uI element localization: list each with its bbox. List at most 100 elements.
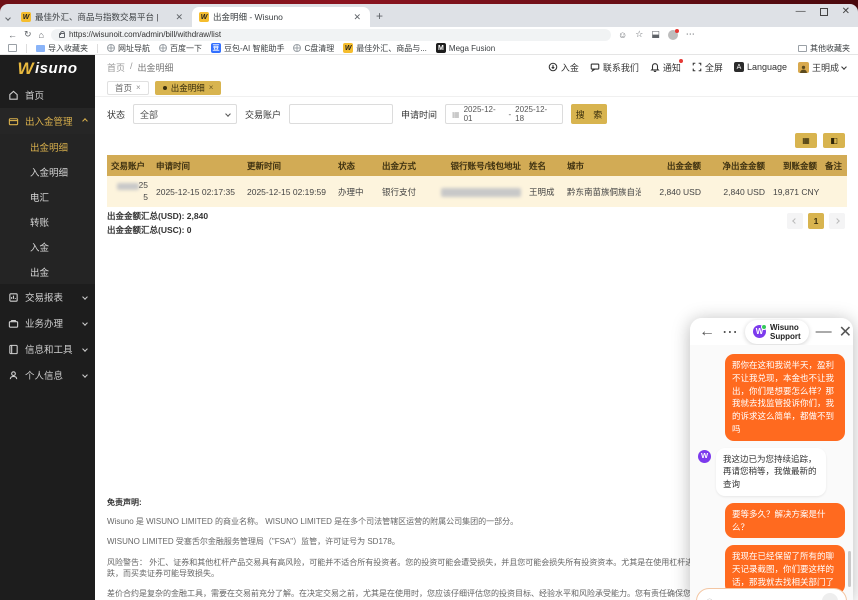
col-bank: 银行账号/钱包地址 xyxy=(428,155,525,176)
browser-profile-avatar[interactable] xyxy=(668,30,678,40)
browser-tab-2-active[interactable]: W 出金明细 - Wisuno ✕ xyxy=(192,7,370,27)
tab-search-icon[interactable] xyxy=(6,7,10,25)
chevron-down-icon xyxy=(225,111,231,117)
header-language[interactable]: ALanguage xyxy=(734,62,787,72)
sidebar-submenu: 出金明细 入金明细 电汇 转账 入金 出金 xyxy=(0,134,95,284)
address-bar[interactable]: https://wisunoit.com/admin/bill/withdraw… xyxy=(51,29,611,41)
sidebar-item-transfer[interactable]: 转账 xyxy=(0,209,95,234)
search-button[interactable]: 搜 索 xyxy=(571,104,607,124)
cell-remark xyxy=(821,176,847,207)
wallet-icon xyxy=(8,116,19,127)
sidebar-item-tools[interactable]: 信息和工具 xyxy=(0,336,95,362)
breadcrumb: 首页 / 出金明细 xyxy=(107,61,174,74)
notification-badge xyxy=(679,59,683,63)
table-row[interactable]: 255 2025-12-15 02:17:35 2025-12-15 02:19… xyxy=(107,176,847,207)
new-tab-button[interactable]: + xyxy=(376,9,383,23)
date-range-picker[interactable]: ▦ 2025-12-01-2025-12-18 xyxy=(445,104,563,124)
prev-page-button[interactable] xyxy=(787,213,803,229)
translate-icon: A xyxy=(734,62,744,72)
chat-input[interactable]: ☺ xyxy=(696,588,847,600)
home-icon[interactable]: ⌂ xyxy=(39,30,44,40)
sidebar-item-funds[interactable]: 出入金管理 xyxy=(0,108,95,134)
back-icon[interactable]: ← xyxy=(8,30,17,40)
book-icon xyxy=(8,344,19,355)
sidebar-item-reports[interactable]: 交易报表 xyxy=(0,284,95,310)
close-tab-icon[interactable]: ✕ xyxy=(173,12,185,23)
divider xyxy=(97,44,98,53)
minimize-window-icon[interactable]: — xyxy=(796,6,806,17)
cell-city: 黔东南苗族侗族自治州 xyxy=(563,176,641,207)
sidebar-item-deposit[interactable]: 入金 xyxy=(0,234,95,259)
chat-minimize-icon[interactable]: — xyxy=(816,323,832,341)
header-user-menu[interactable]: 王明成 xyxy=(798,61,846,74)
browser-menu-icon[interactable]: ⋯ xyxy=(686,29,695,40)
apply-time-label: 申请时间 xyxy=(401,108,437,121)
close-icon[interactable]: × xyxy=(209,83,214,92)
header-contact[interactable]: 联系我们 xyxy=(590,61,639,74)
cell-account: 255 xyxy=(107,176,152,207)
favorite-star-icon[interactable]: ☆ xyxy=(635,29,643,40)
bookmark-item[interactable]: C盘清理 xyxy=(293,43,334,54)
favorites-panel-icon[interactable] xyxy=(8,44,17,52)
grid-icon: ▦ xyxy=(802,136,810,145)
col-status: 状态 xyxy=(334,155,378,176)
cell-status: 办理中 xyxy=(334,176,378,207)
page-1-button[interactable]: 1 xyxy=(808,213,824,229)
sidebar-item-home[interactable]: 首页 xyxy=(0,82,95,108)
sidebar-item-wire[interactable]: 电汇 xyxy=(0,184,95,209)
browser-tab-1[interactable]: W 最佳外汇、商品与指数交易平台 | ✕ xyxy=(14,7,192,27)
close-window-icon[interactable]: ✕ xyxy=(842,6,850,17)
sidebar-item-withdraw-detail[interactable]: 出金明细 xyxy=(0,134,95,159)
wisuno-logo[interactable]: Wisuno xyxy=(0,55,95,82)
column-settings-button[interactable]: ◧ xyxy=(823,133,845,148)
other-bookmarks[interactable]: 其他收藏夹 xyxy=(798,43,850,54)
account-input[interactable] xyxy=(289,104,393,124)
pagination: 1 xyxy=(787,213,845,229)
home-icon xyxy=(8,90,19,101)
reading-mode-icon[interactable]: ☺ xyxy=(618,30,627,40)
close-icon[interactable]: × xyxy=(136,83,141,92)
chat-back-icon[interactable]: ← xyxy=(699,323,715,341)
next-page-button[interactable] xyxy=(829,213,845,229)
wisuno-favicon: W xyxy=(343,43,353,53)
reload-icon[interactable]: ↻ xyxy=(24,29,32,40)
page-tab-home[interactable]: 首页× xyxy=(107,81,149,95)
header-deposit[interactable]: 入金 xyxy=(548,61,579,74)
header-fullscreen[interactable]: 全屏 xyxy=(692,61,723,74)
breadcrumb-home[interactable]: 首页 xyxy=(107,61,125,74)
browser-tab-title: 出金明细 - Wisuno xyxy=(213,11,347,23)
chevron-down-icon xyxy=(82,346,88,352)
send-button[interactable] xyxy=(822,593,838,600)
total-usd: 出金金额汇总(USD): 2,840 xyxy=(107,210,208,224)
close-tab-icon[interactable]: ✕ xyxy=(351,12,363,23)
sidebar-item-business[interactable]: 业务办理 xyxy=(0,310,95,336)
header-notifications[interactable]: 通知 xyxy=(650,61,681,74)
maximize-window-icon[interactable] xyxy=(820,8,828,16)
active-dot xyxy=(163,86,167,90)
bookmark-item[interactable]: 豆豆包-AI 智能助手 xyxy=(211,43,284,54)
chat-widget: ← ⋯ W Wisuno Support — ✕ 那你在这和我说半天，盈利不让我… xyxy=(690,318,853,600)
redacted-account xyxy=(117,183,139,190)
chat-agent-name: Wisuno Support xyxy=(770,323,801,341)
col-method: 出金方式 xyxy=(378,155,428,176)
bookmark-item[interactable]: W最佳外汇、商品与... xyxy=(343,43,427,54)
support-avatar: W xyxy=(698,450,711,463)
status-select[interactable]: 全部 xyxy=(133,104,237,124)
bookmark-item[interactable]: 百度一下 xyxy=(159,43,202,54)
bookmark-item[interactable]: 导入收藏夹 xyxy=(36,43,88,54)
collections-icon[interactable]: ⬓ xyxy=(651,29,660,40)
refresh-grid-button[interactable]: ▦ xyxy=(795,133,817,148)
sidebar-item-deposit-detail[interactable]: 入金明细 xyxy=(0,159,95,184)
cell-bank xyxy=(428,176,525,207)
sidebar-item-profile[interactable]: 个人信息 xyxy=(0,362,95,388)
sidebar-item-withdraw[interactable]: 出金 xyxy=(0,259,95,284)
chat-close-icon[interactable]: ✕ xyxy=(839,322,852,342)
chat-scrollbar[interactable] xyxy=(848,551,851,587)
emoji-icon[interactable]: ☺ xyxy=(705,596,714,600)
chat-message-outgoing: 那你在这和我说半天，盈利不让我兑现，本金也不让我出，你们是想要怎么样？那我就去找… xyxy=(725,354,845,441)
bookmark-item[interactable]: 网址导航 xyxy=(107,43,150,54)
page-tab-withdraw-detail[interactable]: 出金明细× xyxy=(155,81,222,95)
col-update-time: 更新时间 xyxy=(243,155,334,176)
chat-menu-icon[interactable]: ⋯ xyxy=(722,322,738,342)
bookmark-item[interactable]: MMega Fusion xyxy=(436,43,495,53)
